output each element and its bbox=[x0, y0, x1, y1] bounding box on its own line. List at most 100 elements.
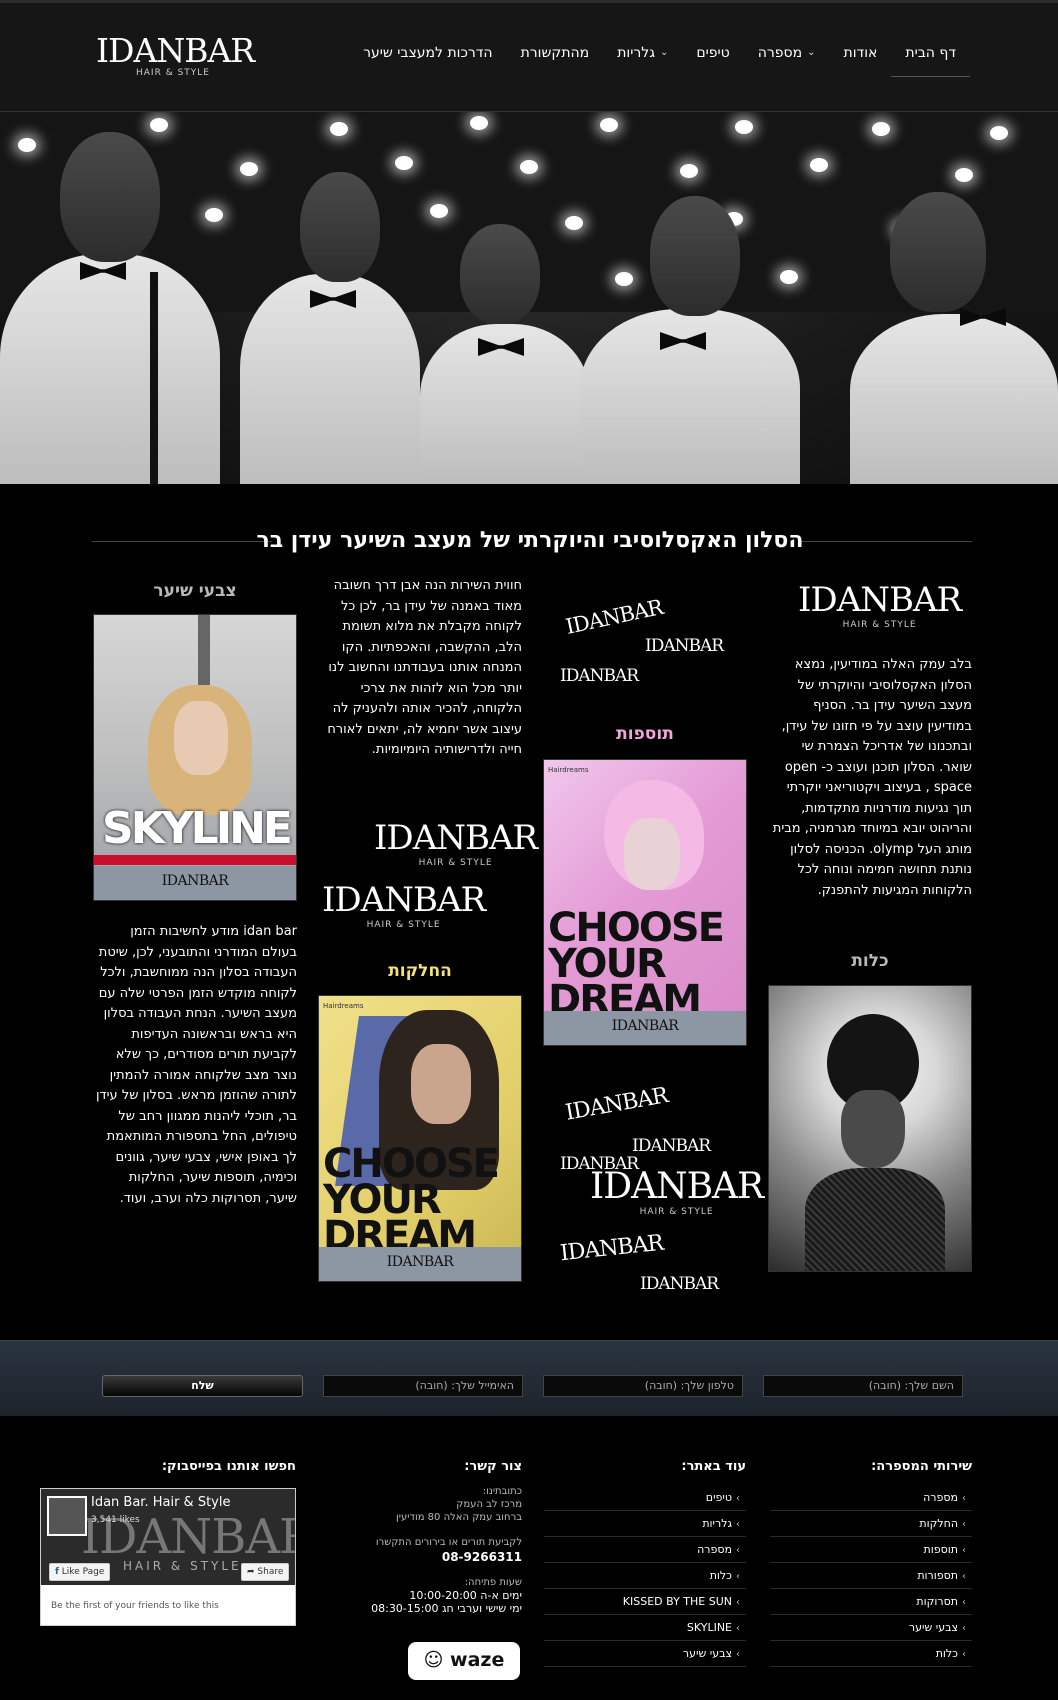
ceiling-light bbox=[810, 158, 828, 172]
idanbar-watermark-logo: IDANBAR bbox=[645, 636, 724, 656]
address-line: מרכז לב העמק bbox=[456, 1499, 522, 1510]
link-label: כלות bbox=[709, 1569, 732, 1582]
stylist-figure bbox=[850, 112, 1058, 484]
list-item[interactable]: › מספרה bbox=[544, 1537, 746, 1563]
more-list: › טיפים › גלריות › מספרה › כלות › KISSED BY T… bbox=[544, 1485, 746, 1667]
link-label: מספרה bbox=[697, 1543, 732, 1556]
hair-color-heading: צבעי שיער bbox=[153, 581, 237, 601]
idanbar-watermark-logo: IDANBAR HAIR & STYLE bbox=[798, 580, 962, 630]
idanbar-watermark-logo: IDANBAR HAIR & STYLE bbox=[374, 818, 538, 868]
facebook-heading: חפשו אותנו בפייסבוק: bbox=[161, 1459, 296, 1474]
poster-headline: CHOOSE YOUR DREAM bbox=[548, 905, 725, 1023]
list-item[interactable]: › תספורות bbox=[770, 1563, 972, 1589]
nav-galleries[interactable]: גלריות ⌄ bbox=[603, 45, 682, 75]
main-nav: דף הבית אודות מספרה ⌄ טיפים גלריות ⌄ מהתקש… bbox=[349, 45, 970, 77]
bridal-heading: כלות bbox=[851, 951, 889, 971]
link-label: החלקות bbox=[919, 1517, 958, 1530]
nav-training[interactable]: הדרכות למעצבי שיער bbox=[349, 45, 507, 75]
link-label: כלות bbox=[935, 1647, 958, 1660]
chevron-left-icon: › bbox=[962, 1519, 966, 1530]
poster-logo-band: IDANBAR bbox=[319, 1247, 521, 1281]
poster-brand: Hairdreams bbox=[548, 766, 589, 774]
list-item[interactable]: › SKYLINE bbox=[544, 1615, 746, 1641]
site-logo[interactable]: IDANBAR HAIR & STYLE bbox=[96, 31, 255, 83]
link-label: מספרה bbox=[923, 1491, 958, 1504]
flat-iron-shape bbox=[198, 615, 210, 685]
title-divider bbox=[800, 541, 972, 542]
about-text-left: idan bar מודע לחשיבות הזמן בעולם המודרני… bbox=[96, 924, 297, 1206]
link-label: תוספות bbox=[923, 1543, 958, 1556]
list-item[interactable]: › צבעי שיער bbox=[544, 1641, 746, 1667]
phone-number[interactable]: 08-9266311 bbox=[352, 1551, 522, 1564]
chevron-left-icon: › bbox=[736, 1493, 740, 1504]
share-icon: ➦ bbox=[247, 1567, 255, 1577]
idanbar-watermark-logo: IDANBAR bbox=[560, 666, 639, 686]
stylist-figure bbox=[240, 112, 420, 484]
phone-field[interactable]: טלפון שלך: (חובה) bbox=[543, 1375, 743, 1397]
idanbar-watermark-logo: IDANBAR HAIR & STYLE bbox=[322, 880, 486, 930]
idanbar-watermark-logo: IDANBAR bbox=[563, 595, 665, 639]
list-item[interactable]: › צבעי שיער bbox=[770, 1615, 972, 1641]
nav-media[interactable]: מהתקשורת bbox=[507, 45, 604, 75]
services-heading: שירותי המספרה: bbox=[871, 1459, 972, 1474]
hair-color-poster[interactable]: SKYLINE IDANBAR bbox=[93, 614, 297, 901]
list-item[interactable]: › תסרוקות bbox=[770, 1589, 972, 1615]
name-field[interactable]: השם שלך: (חובה) bbox=[763, 1375, 963, 1397]
services-list: › מספרה › החלקות › תוספות › תספורות › תסרוקות… bbox=[770, 1485, 972, 1667]
idanbar-watermark-logo: IDANBAR bbox=[563, 1083, 670, 1126]
idanbar-watermark-logo: IDANBAR bbox=[558, 1230, 665, 1267]
facebook-cover[interactable]: IDANBAR HAIR & STYLE Idan Bar. Hair & St… bbox=[41, 1489, 295, 1585]
nav-label: דף הבית bbox=[905, 45, 956, 61]
hours-line: ימים א-ה 10:00-20:00 bbox=[409, 1589, 522, 1602]
stylist-figure bbox=[580, 112, 800, 484]
link-label: צבעי שיער bbox=[908, 1621, 958, 1634]
list-item[interactable]: › מספרה bbox=[770, 1485, 972, 1511]
list-item[interactable]: › כלות bbox=[544, 1563, 746, 1589]
poster-headline: SKYLINE bbox=[102, 803, 293, 854]
nav-tips[interactable]: טיפים bbox=[682, 45, 743, 75]
list-item[interactable]: › KISSED BY THE SUN bbox=[544, 1589, 746, 1615]
nav-salon[interactable]: מספרה ⌄ bbox=[744, 45, 830, 75]
chevron-left-icon: › bbox=[962, 1571, 966, 1582]
cover-subtext: HAIR & STYLE bbox=[123, 1559, 242, 1573]
bridal-image[interactable] bbox=[768, 985, 972, 1272]
list-item[interactable]: › החלקות bbox=[770, 1511, 972, 1537]
nav-label: מהתקשורת bbox=[520, 45, 590, 61]
link-label: תסרוקות bbox=[916, 1595, 958, 1608]
logo-text: IDANBAR bbox=[96, 31, 255, 70]
nav-home[interactable]: דף הבית bbox=[891, 45, 970, 77]
email-field[interactable]: האימייל שלך: (חובה) bbox=[323, 1375, 523, 1397]
about-text-right: בלב עמק האלה במודיעין, נמצא הסלון האקסלו… bbox=[772, 657, 972, 898]
share-button[interactable]: ➦ Share bbox=[241, 1563, 290, 1581]
waze-icon: ☺ bbox=[423, 1649, 444, 1671]
stylist-figure bbox=[420, 112, 590, 484]
straightening-poster[interactable]: Hairdreams CHOOSE YOUR DREAM IDANBAR bbox=[318, 995, 522, 1282]
nav-label: מספרה bbox=[757, 45, 803, 61]
nav-about[interactable]: אודות bbox=[830, 45, 892, 75]
contact-heading: צור קשר: bbox=[464, 1459, 522, 1474]
link-label: צבעי שיער bbox=[682, 1647, 732, 1660]
extensions-poster[interactable]: Hairdreams CHOOSE YOUR DREAM IDANBAR bbox=[543, 759, 747, 1046]
submit-button[interactable]: שלח bbox=[102, 1375, 303, 1397]
hours-label: שעות פתיחה: bbox=[464, 1577, 522, 1588]
waze-button[interactable]: ☺ waze bbox=[408, 1642, 520, 1680]
chevron-left-icon: › bbox=[736, 1597, 740, 1608]
list-item[interactable]: › כלות bbox=[770, 1641, 972, 1667]
chevron-down-icon: ⌄ bbox=[659, 47, 669, 58]
list-item[interactable]: › תוספות bbox=[770, 1537, 972, 1563]
facebook-page-name[interactable]: Idan Bar. Hair & Style bbox=[91, 1495, 230, 1510]
dress-shape bbox=[805, 1168, 945, 1271]
chevron-left-icon: › bbox=[962, 1545, 966, 1556]
nav-label: הדרכות למעצבי שיער bbox=[363, 45, 493, 61]
contact-info: כתובתינו: מרכז לב העמק ברחוב עמק האלה 80… bbox=[352, 1485, 522, 1615]
chevron-left-icon: › bbox=[962, 1493, 966, 1504]
list-item[interactable]: › טיפים bbox=[544, 1485, 746, 1511]
facebook-footnote: Be the first of your friends to like thi… bbox=[51, 1601, 219, 1611]
contact-form: השם שלך: (חובה) טלפון שלך: (חובה) האימיי… bbox=[0, 1340, 1058, 1416]
idanbar-watermark-logo: IDANBAR HAIR & STYLE bbox=[590, 1166, 764, 1217]
like-page-button[interactable]: f Like Page bbox=[49, 1563, 111, 1581]
more-heading: עוד באתר: bbox=[681, 1459, 746, 1474]
stylist-figure bbox=[0, 112, 220, 484]
list-item[interactable]: › גלריות bbox=[544, 1511, 746, 1537]
face-shape bbox=[411, 1044, 471, 1124]
